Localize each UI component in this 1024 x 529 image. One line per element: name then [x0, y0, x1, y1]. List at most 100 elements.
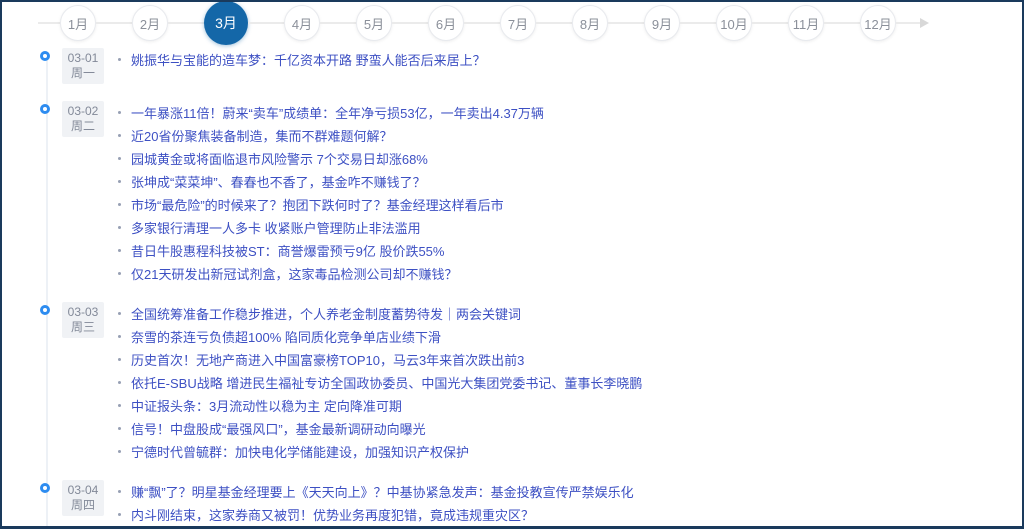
bullet-icon	[118, 490, 121, 493]
bullet-icon	[118, 381, 121, 384]
news-headline-link[interactable]: 昔日牛股惠程科技被ST：商誉爆雷预亏9亿 股价跌55%	[131, 241, 444, 260]
news-item[interactable]: 一年暴涨11倍！蔚来“卖车”成绩单：全年净亏损53亿，一年卖出4.37万辆	[118, 101, 1022, 124]
news-headline-link[interactable]: 姚振华与宝能的造车梦：千亿资本开路 野蛮人能否后来居上？	[131, 50, 486, 69]
month-tab-6[interactable]: 6月	[428, 5, 464, 41]
date-label: 03-03	[64, 305, 102, 320]
bullet-icon	[118, 249, 121, 252]
news-item-list: 赚“飘”了？明星基金经理要上《天天向上》？中基协紧急发声：基金投教宣传严禁娱乐化…	[118, 480, 1022, 529]
app-window: 1月 2月 3月 4月 5月 6月 7月 8月 9月 10月 11月 12月 03-01周一 姚振华与宝…	[0, 0, 1024, 529]
timeline-connector-line	[608, 22, 644, 24]
news-item[interactable]: 信号！中盘股成“最强风口”，基金最新调研动向曝光	[118, 417, 1022, 440]
news-headline-link[interactable]: 内斗刚结束，这家券商又被罚！优势业务再度犯错，竟成违规重灾区？	[131, 505, 534, 524]
news-item[interactable]: 宁德时代曾毓群：加快电化学储能建设，加强知识产权保护	[118, 440, 1022, 463]
month-tab-4[interactable]: 4月	[284, 5, 320, 41]
timeline-connector-line	[752, 22, 788, 24]
news-item-list: 一年暴涨11倍！蔚来“卖车”成绩单：全年净亏损53亿，一年卖出4.37万辆近20…	[118, 101, 1022, 285]
bullet-icon	[118, 134, 121, 137]
news-headline-link[interactable]: 全国统筹准备工作稳步推进，个人养老金制度蓄势待发｜两会关键词	[131, 304, 521, 323]
news-day-group: 03-03周三 全国统筹准备工作稳步推进，个人养老金制度蓄势待发｜两会关键词奈雪的…	[2, 302, 1022, 463]
timeline-node-icon	[40, 483, 50, 493]
news-item[interactable]: 园城黄金或将面临退市风险警示 7个交易日却涨68%	[118, 147, 1022, 170]
month-tab-1[interactable]: 1月	[60, 5, 96, 41]
weekday-label: 周二	[64, 119, 102, 134]
timeline-connector-line	[680, 22, 716, 24]
month-tab-3-selected[interactable]: 3月	[204, 1, 248, 45]
weekday-label: 周四	[64, 498, 102, 513]
next-months-arrow-icon[interactable]	[920, 18, 929, 28]
news-headline-link[interactable]: 赚“飘”了？明星基金经理要上《天天向上》？中基协紧急发声：基金投教宣传严禁娱乐化	[131, 482, 634, 501]
bullet-icon	[118, 203, 121, 206]
bullet-icon	[118, 272, 121, 275]
bullet-icon	[118, 180, 121, 183]
news-headline-link[interactable]: 奈雪的茶连亏负债超100% 陷同质化竞争单店业绩下滑	[131, 327, 441, 346]
news-headline-link[interactable]: 市场“最危险”的时候来了？抱团下跌何时了？基金经理这样看后市	[131, 195, 504, 214]
bullet-icon	[118, 513, 121, 516]
date-label: 03-04	[64, 483, 102, 498]
date-label: 03-02	[64, 104, 102, 119]
news-item[interactable]: 市场“最危险”的时候来了？抱团下跌何时了？基金经理这样看后市	[118, 193, 1022, 216]
news-item[interactable]: 近20省份聚焦装备制造，集而不群难题何解？	[118, 124, 1022, 147]
news-headline-link[interactable]: 张坤成“菜菜坤”、春春也不香了，基金咋不赚钱了？	[131, 172, 426, 191]
news-item[interactable]: 姚振华与宝能的造车梦：千亿资本开路 野蛮人能否后来居上？	[118, 48, 1022, 71]
bullet-icon	[118, 358, 121, 361]
news-day-group: 03-04周四赚“飘”了？明星基金经理要上《天天向上》？中基协紧急发声：基金投教…	[2, 480, 1022, 529]
news-headline-link[interactable]: 历史首次！无地产商进入中国富豪榜TOP10，马云3年来首次跌出前3	[131, 350, 524, 369]
news-item[interactable]: 全国统筹准备工作稳步推进，个人养老金制度蓄势待发｜两会关键词	[118, 302, 1022, 325]
news-item[interactable]: 奈雪的茶连亏负债超100% 陷同质化竞争单店业绩下滑	[118, 325, 1022, 348]
timeline-node-icon	[40, 305, 50, 315]
timeline-connector-line	[824, 22, 860, 24]
month-tab-5[interactable]: 5月	[356, 5, 392, 41]
month-tab-2[interactable]: 2月	[132, 5, 168, 41]
news-timeline: 03-01周一 姚振华与宝能的造车梦：千亿资本开路 野蛮人能否后来居上？ 03-02…	[2, 44, 1022, 527]
timeline-connector-line	[320, 22, 356, 24]
news-item[interactable]: 内斗刚结束，这家券商又被罚！优势业务再度犯错，竟成违规重灾区？	[118, 503, 1022, 526]
month-timeline: 1月 2月 3月 4月 5月 6月 7月 8月 9月 10月 11月 12月	[2, 2, 1022, 44]
bullet-icon	[118, 58, 121, 61]
news-headline-link[interactable]: 信号！中盘股成“最强风口”，基金最新调研动向曝光	[131, 419, 426, 438]
timeline-connector-line	[536, 22, 572, 24]
date-badge: 03-03周三	[62, 302, 104, 338]
news-item[interactable]: 依托E-SBU战略 增进民生福祉专访全国政协委员、中国光大集团党委书记、董事长李…	[118, 371, 1022, 394]
news-headline-link[interactable]: 宁德时代曾毓群：加快电化学储能建设，加强知识产权保护	[131, 442, 469, 461]
timeline-node-icon	[40, 104, 50, 114]
timeline-leading-line	[38, 22, 60, 24]
month-tab-9[interactable]: 9月	[644, 5, 680, 41]
bullet-icon	[118, 450, 121, 453]
weekday-label: 周一	[64, 66, 102, 81]
bullet-icon	[118, 404, 121, 407]
news-headline-link[interactable]: 一年暴涨11倍！蔚来“卖车”成绩单：全年净亏损53亿，一年卖出4.37万辆	[131, 103, 544, 122]
timeline-connector-line	[168, 22, 204, 24]
news-headline-link[interactable]: 近20省份聚焦装备制造，集而不群难题何解？	[131, 126, 392, 145]
news-headline-link[interactable]: 园城黄金或将面临退市风险警示 7个交易日却涨68%	[131, 149, 428, 168]
month-tab-11[interactable]: 11月	[788, 5, 824, 41]
news-day-group: 03-02周二一年暴涨11倍！蔚来“卖车”成绩单：全年净亏损53亿，一年卖出4.…	[2, 101, 1022, 285]
news-item[interactable]: 张坤成“菜菜坤”、春春也不香了，基金咋不赚钱了？	[118, 170, 1022, 193]
bullet-icon	[118, 226, 121, 229]
weekday-label: 周三	[64, 320, 102, 335]
month-tab-10[interactable]: 10月	[716, 5, 752, 41]
news-headline-link[interactable]: 仅21天研发出新冠试剂盒，这家毒品检测公司却不赚钱？	[131, 264, 457, 283]
timeline-node-icon	[40, 51, 50, 61]
news-headline-link[interactable]: 多家银行清理一人多卡 收紧账户管理防止非法滥用	[131, 218, 421, 237]
news-headline-link[interactable]: 依托E-SBU战略 增进民生福祉专访全国政协委员、中国光大集团党委书记、董事长李…	[131, 373, 642, 392]
timeline-connector-line	[96, 22, 132, 24]
bullet-icon	[118, 427, 121, 430]
news-item[interactable]: 仅21天研发出新冠试剂盒，这家毒品检测公司却不赚钱？	[118, 262, 1022, 285]
news-item[interactable]: 多家银行清理一人多卡 收紧账户管理防止非法滥用	[118, 216, 1022, 239]
news-item[interactable]: 昔日牛股惠程科技被ST：商誉爆雷预亏9亿 股价跌55%	[118, 239, 1022, 262]
news-headline-link[interactable]: 中证报头条：3月流动性以稳为主 定向降准可期	[131, 396, 402, 415]
news-item[interactable]: 中证报头条：3月流动性以稳为主 定向降准可期	[118, 394, 1022, 417]
news-item-list: 姚振华与宝能的造车梦：千亿资本开路 野蛮人能否后来居上？	[118, 48, 1022, 71]
month-tab-8[interactable]: 8月	[572, 5, 608, 41]
news-item[interactable]: 赚“飘”了？明星基金经理要上《天天向上》？中基协紧急发声：基金投教宣传严禁娱乐化	[118, 480, 1022, 503]
date-badge: 03-02周二	[62, 101, 104, 137]
date-label: 03-01	[64, 51, 102, 66]
bullet-icon	[118, 335, 121, 338]
news-day-group: 03-01周一 姚振华与宝能的造车梦：千亿资本开路 野蛮人能否后来居上？	[2, 48, 1022, 84]
date-badge: 03-04周四	[62, 480, 104, 516]
news-item[interactable]: 历史首次！无地产商进入中国富豪榜TOP10，马云3年来首次跌出前3	[118, 348, 1022, 371]
date-badge: 03-01周一	[62, 48, 104, 84]
month-tab-7[interactable]: 7月	[500, 5, 536, 41]
month-tab-12[interactable]: 12月	[860, 5, 896, 41]
bullet-icon	[118, 111, 121, 114]
